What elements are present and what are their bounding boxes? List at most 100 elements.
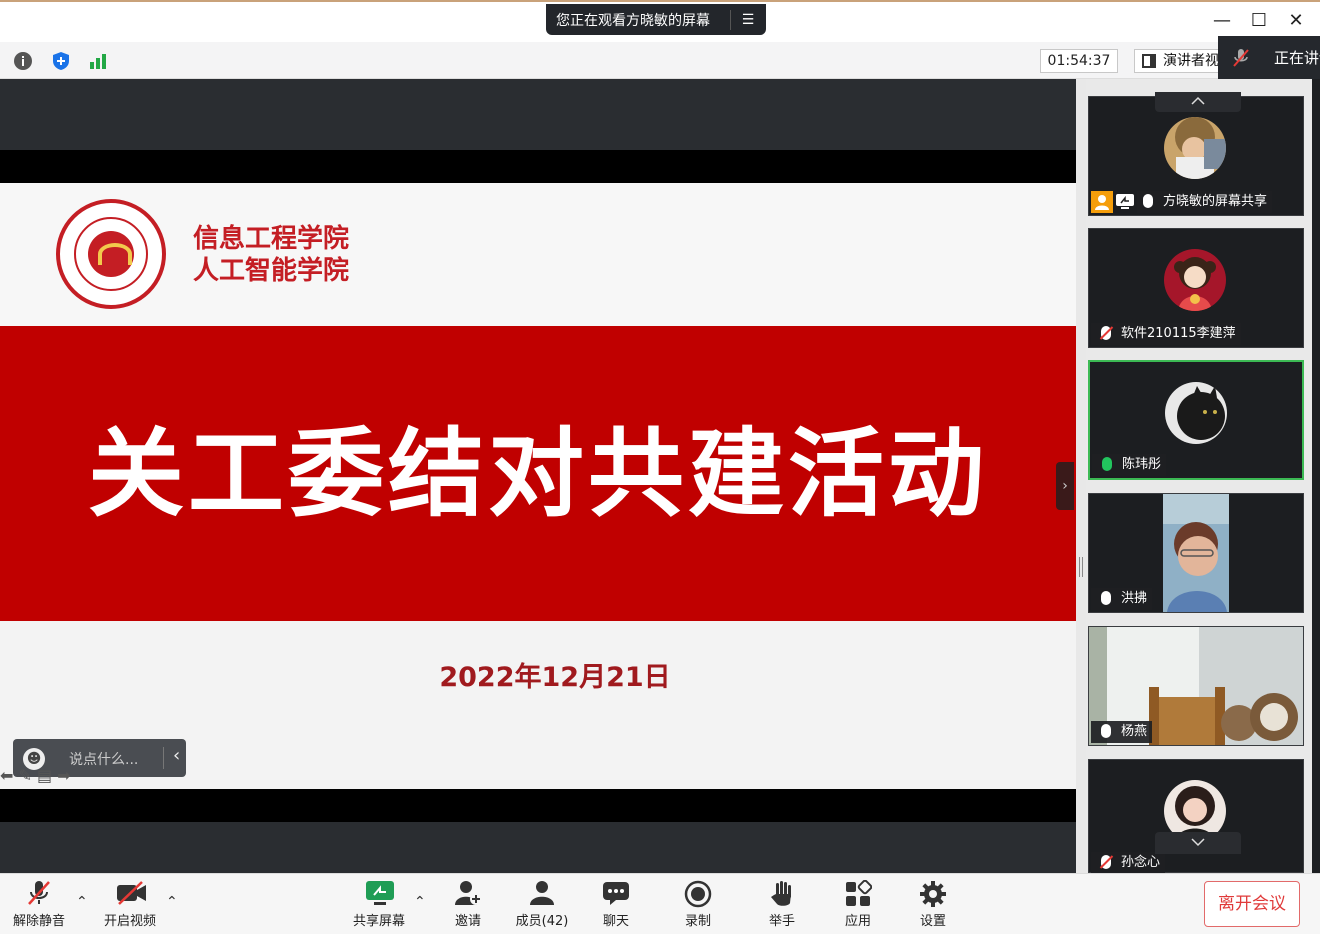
chevron-up-icon: [1191, 96, 1205, 105]
apps-button[interactable]: 应用: [842, 879, 874, 929]
school-line-2: 人工智能学院: [193, 256, 350, 286]
speaking-label: 正在讲话: [1274, 49, 1320, 67]
avatar: [1164, 249, 1226, 311]
chevron-down-icon: [1191, 838, 1205, 847]
slide-date: 2022年12月21日: [439, 662, 671, 693]
members-label: 成员(42): [515, 914, 569, 929]
mic-icon: [1143, 194, 1153, 208]
share-screen-label: 共享屏幕: [352, 914, 405, 929]
layout-icon: [1142, 54, 1156, 68]
participant-tile[interactable]: 杨燕: [1088, 626, 1304, 746]
settings-button[interactable]: 设置: [917, 880, 949, 929]
speaker-view-button[interactable]: 演讲者视图: [1134, 49, 1220, 73]
share-options-caret[interactable]: ⌃: [414, 894, 426, 910]
share-banner-text: 您正在观看方晓敏的屏幕: [556, 12, 710, 29]
screen-share-icon: [1115, 193, 1135, 211]
share-screen-button[interactable]: 共享屏幕: [348, 880, 410, 929]
scroll-up-button[interactable]: [1155, 92, 1241, 112]
raise-hand-label: 举手: [768, 914, 795, 929]
share-screen-icon: [365, 880, 394, 906]
mic-icon: [1101, 724, 1111, 738]
speaking-mic-icon: [1102, 457, 1112, 471]
participant-name-tag: 软件210115李建萍: [1091, 323, 1241, 345]
annotation-tools[interactable]: ⬅ ✎ ▤ ➡: [0, 766, 71, 788]
meeting-timer: 01:54:37: [1040, 49, 1118, 73]
title-bar: 您正在观看方晓敏的屏幕 ☰ — ☐ ✕: [0, 0, 1320, 42]
muted-mic-icon: [25, 880, 53, 906]
participant-tile[interactable]: 洪拂: [1088, 493, 1304, 613]
avatar: [1165, 382, 1227, 444]
add-user-icon: [454, 880, 482, 906]
apps-label: 应用: [844, 914, 871, 929]
collapse-panel-button[interactable]: ›: [1056, 462, 1074, 510]
participant-name-tag: 方晓敏的屏幕共享: [1137, 191, 1273, 213]
participant-name-tag: 洪拂: [1091, 588, 1153, 610]
participant-video: [1163, 494, 1229, 612]
speaking-indicator: 正在讲话: [1218, 36, 1320, 80]
minimize-button[interactable]: —: [1206, 10, 1238, 31]
meeting-control-bar: 解除静音 ⌃ 开启视频 ⌃ 共享屏幕 ⌃ 邀请 成员(42) 聊天 录制 举手 …: [0, 873, 1320, 934]
participant-tile[interactable]: 方晓敏的屏幕共享: [1088, 96, 1304, 216]
muted-mic-icon: [1101, 855, 1111, 869]
chat-icon: [602, 880, 630, 906]
gallery-scrollbar[interactable]: [1312, 79, 1320, 873]
muted-mic-icon: [1101, 326, 1111, 340]
hand-icon: [768, 880, 796, 906]
meeting-info-bar: [0, 42, 1320, 79]
letterbox-bottom: [0, 789, 1076, 822]
start-video-label: 开启视频: [103, 914, 156, 929]
participant-name: 孙念心: [1121, 855, 1161, 870]
invite-label: 邀请: [454, 914, 481, 929]
raise-hand-button[interactable]: 举手: [766, 880, 798, 929]
close-button[interactable]: ✕: [1280, 10, 1312, 31]
leave-meeting-button[interactable]: 离开会议: [1204, 881, 1300, 927]
participant-name: 杨燕: [1121, 724, 1148, 739]
presentation-slide: 信息工程学院 人工智能学院 关工委结对共建活动 2022年12月21日: [0, 183, 1076, 789]
security-shield-icon[interactable]: [50, 50, 72, 72]
host-icon: [1091, 191, 1113, 213]
screen-share-banner[interactable]: 您正在观看方晓敏的屏幕 ☰: [546, 4, 766, 35]
participant-name: 洪拂: [1121, 591, 1148, 606]
panel-splitter[interactable]: [1076, 79, 1086, 873]
maximize-button[interactable]: ☐: [1243, 10, 1275, 31]
members-button[interactable]: 成员(42): [512, 880, 572, 929]
participant-name: 软件210115李建萍: [1121, 326, 1236, 341]
chevron-left-icon[interactable]: ‹: [173, 745, 180, 766]
participant-name-tag: 杨燕: [1091, 721, 1153, 743]
participant-name-tag: 陈玮彤: [1092, 454, 1167, 476]
participant-tile-active-speaker[interactable]: 陈玮彤: [1088, 360, 1304, 480]
slide-header: 信息工程学院 人工智能学院: [0, 183, 1076, 326]
school-name: 信息工程学院 人工智能学院: [193, 223, 349, 287]
participant-name-tag: 孙念心: [1091, 852, 1166, 874]
participant-gallery: 方晓敏的屏幕共享 软件210115李建萍 陈玮彤 洪拂 杨燕 孙念心: [1086, 79, 1320, 874]
info-icon[interactable]: [12, 50, 34, 72]
muted-mic-icon: [1233, 49, 1249, 67]
menu-icon[interactable]: ☰: [731, 12, 765, 28]
network-signal-icon[interactable]: [87, 50, 109, 72]
start-video-button[interactable]: 开启视频: [100, 880, 160, 929]
scroll-down-button[interactable]: [1155, 832, 1241, 854]
participant-name: 方晓敏的屏幕共享: [1163, 194, 1268, 209]
chat-button[interactable]: 聊天: [600, 880, 632, 929]
apps-grid-icon: [844, 879, 873, 906]
audio-options-caret[interactable]: ⌃: [76, 894, 88, 910]
university-logo: [56, 199, 166, 309]
participant-tile[interactable]: 软件210115李建萍: [1088, 228, 1304, 348]
video-options-caret[interactable]: ⌃: [166, 894, 178, 910]
chat-placeholder[interactable]: 说点什么...: [69, 749, 138, 769]
record-button[interactable]: 录制: [682, 880, 714, 929]
participant-name: 陈玮彤: [1122, 457, 1162, 472]
speaker-view-label: 演讲者视图: [1163, 53, 1219, 69]
participant-tile[interactable]: 孙念心: [1088, 759, 1304, 874]
invite-button[interactable]: 邀请: [448, 880, 488, 929]
slide-title-band: 关工委结对共建活动: [0, 326, 1076, 621]
record-label: 录制: [684, 914, 711, 929]
members-icon: [528, 880, 556, 906]
settings-label: 设置: [919, 914, 946, 929]
record-icon: [684, 880, 712, 908]
gear-icon: [919, 880, 947, 907]
unmute-button[interactable]: 解除静音: [10, 880, 68, 929]
letterbox-top: [0, 150, 1076, 183]
avatar: [1164, 117, 1226, 179]
school-line-1: 信息工程学院: [193, 224, 350, 254]
